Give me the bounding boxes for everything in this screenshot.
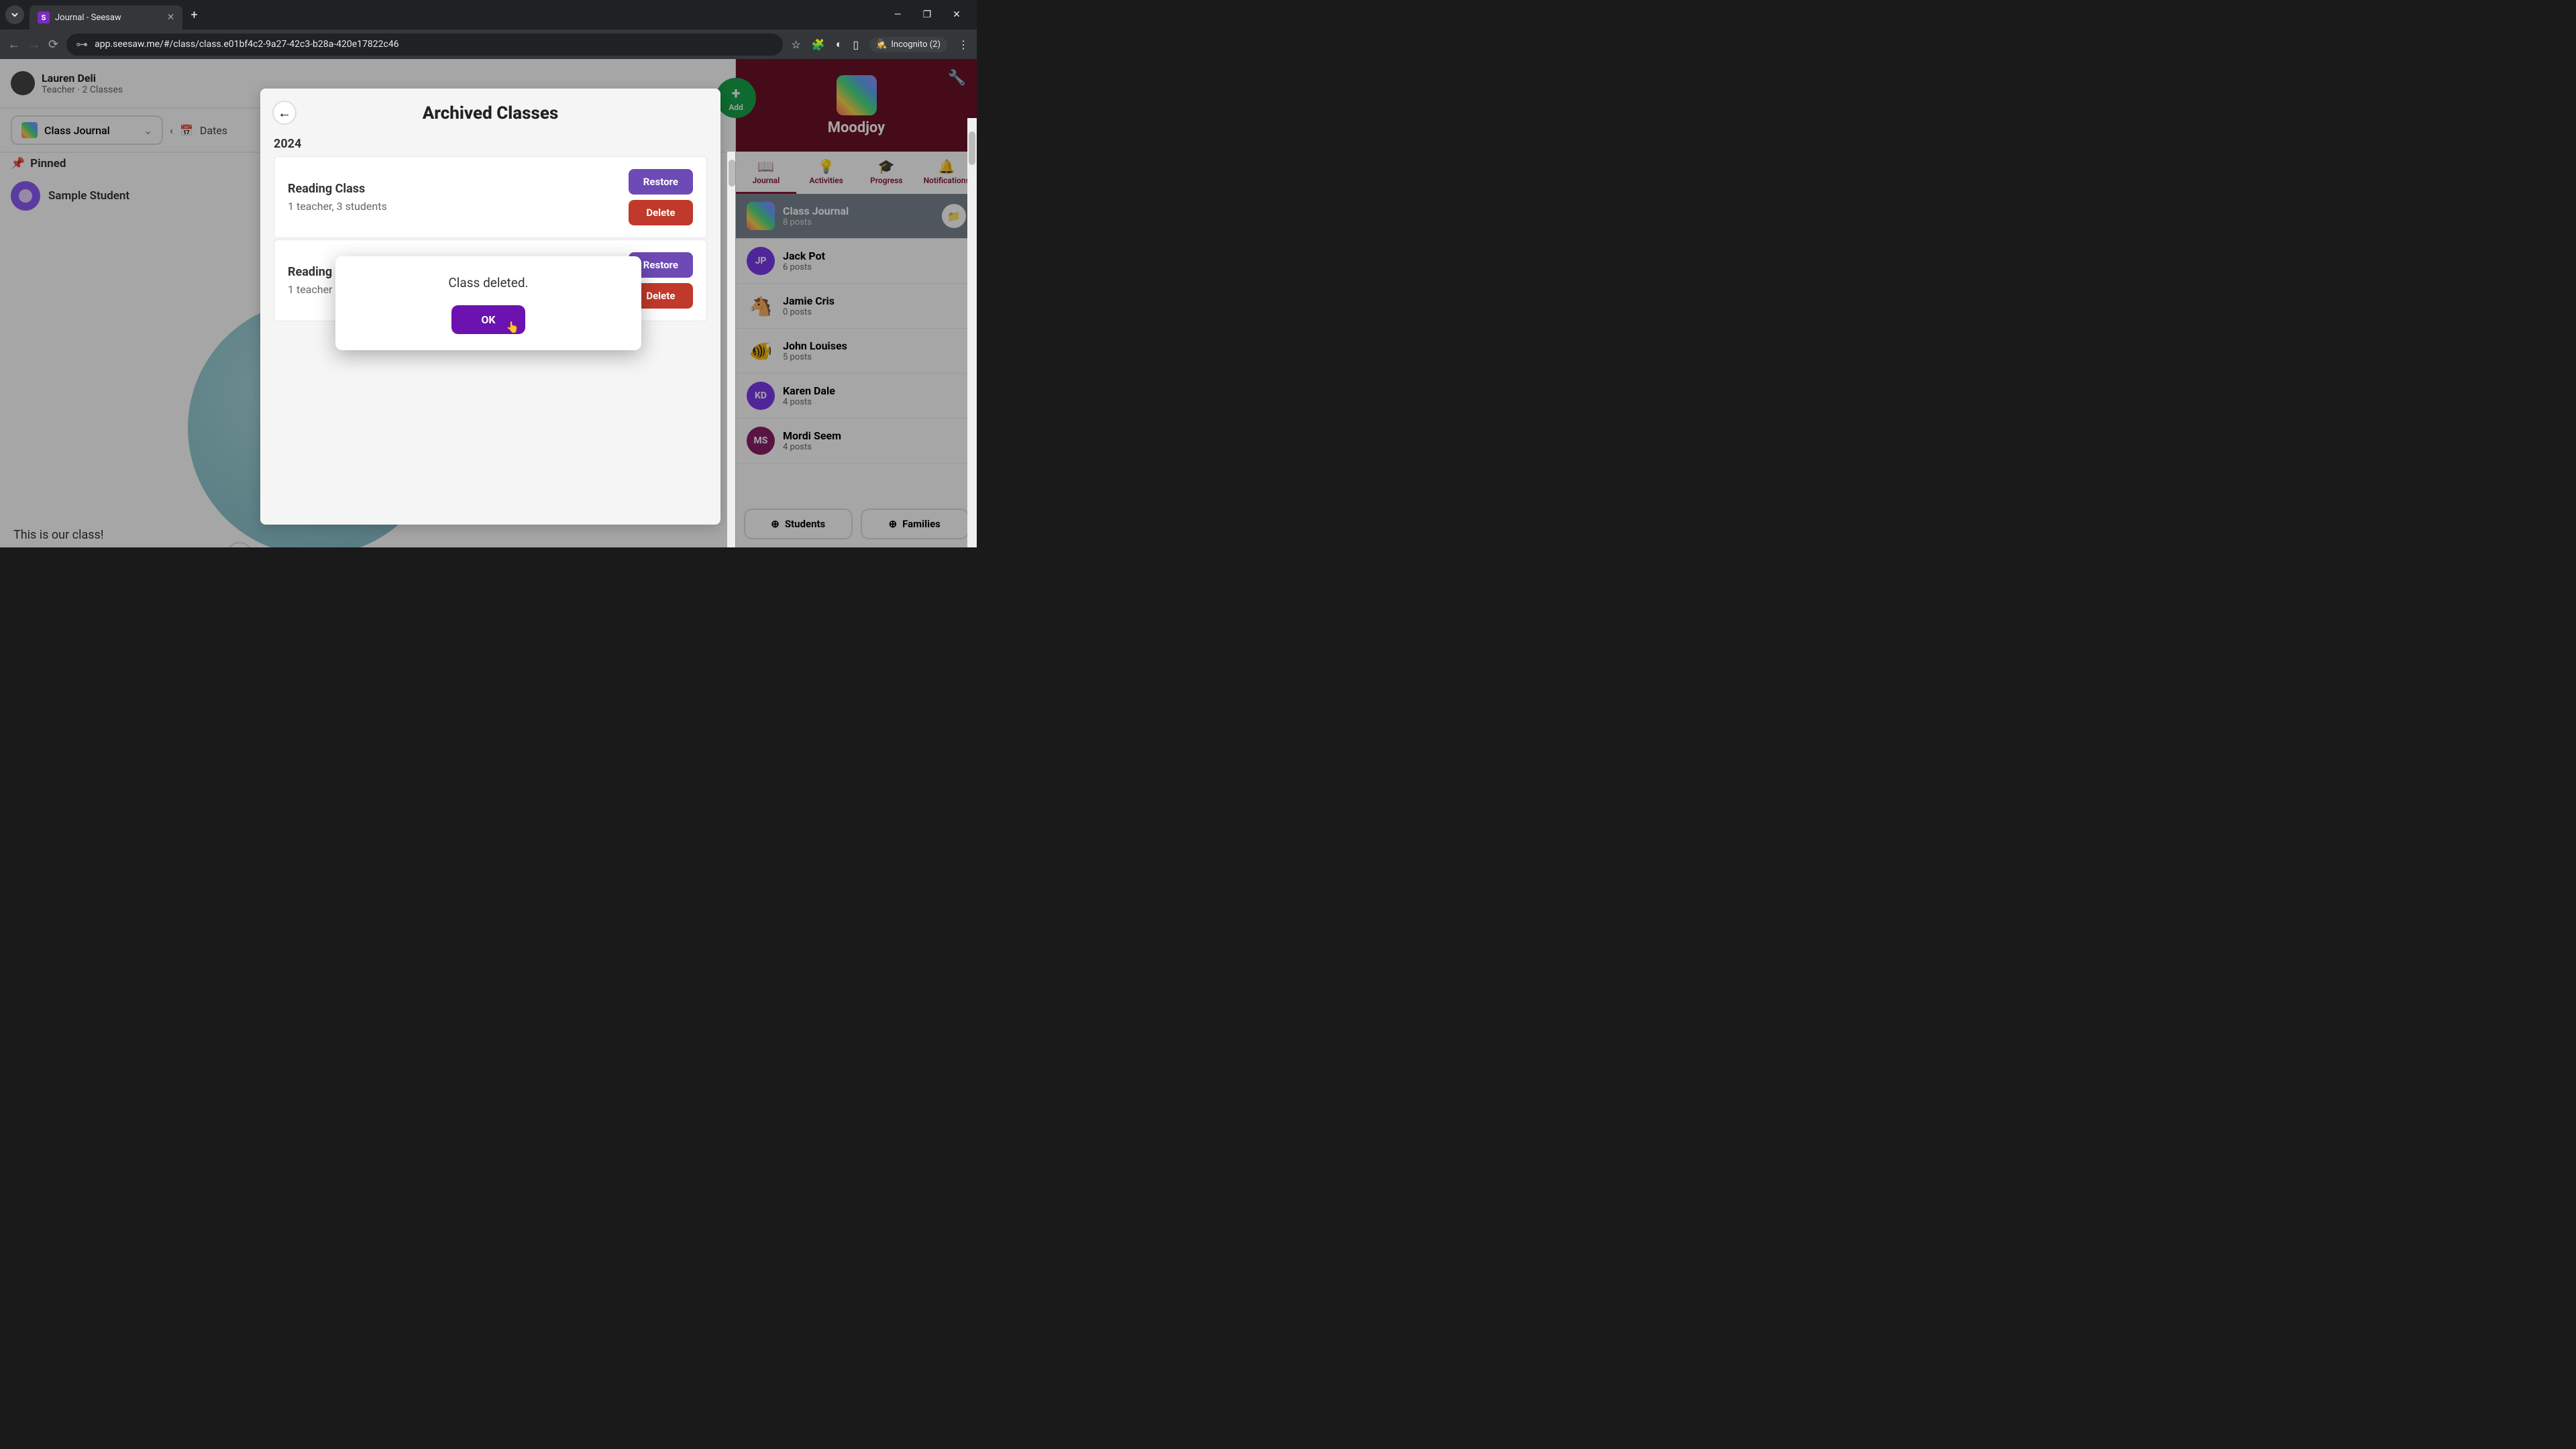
archived-class-name: Reading [288,265,332,279]
maximize-button[interactable]: ❐ [920,9,934,20]
site-info-icon[interactable]: ⊶ [76,38,88,52]
new-tab-button[interactable]: + [191,8,197,22]
confirm-message: Class deleted. [362,275,614,290]
delete-button[interactable]: Delete [629,200,693,225]
archived-class-name: Reading Class [288,182,387,196]
archived-class-card: Reading Class 1 teacher, 3 students Rest… [274,156,707,238]
archived-title: Archived Classes [274,103,707,123]
extensions-button[interactable]: 🧩 [812,38,825,51]
menu-button[interactable]: ⋮ [958,38,969,51]
archived-back-button[interactable]: ← [272,101,297,125]
url-text: app.seesaw.me/#/class/class.e01bf4c2-9a2… [95,39,398,50]
archived-class-meta: 1 teacher [288,283,332,296]
incognito-badge[interactable]: 🕵️ Incognito (2) [869,37,947,52]
confirm-dialog: Class deleted. OK [335,256,641,350]
app-root: Lauren Deli Teacher · 2 Classes 💬 Messag… [0,59,977,547]
tab-title: Journal - Seesaw [55,13,121,23]
back-button[interactable]: ← [8,38,20,52]
close-window-button[interactable]: ✕ [950,9,963,20]
address-bar[interactable]: ⊶ app.seesaw.me/#/class/class.e01bf4c2-9… [66,34,783,56]
cast-button[interactable]: ◐ [836,38,843,51]
bookmark-button[interactable]: ☆ [791,38,800,51]
browser-chrome: S Journal - Seesaw ✕ + — ❐ ✕ ← → ⟳ ⊶ app… [0,0,977,59]
browser-tab[interactable]: S Journal - Seesaw ✕ [30,5,182,30]
window-controls: — ❐ ✕ [891,9,971,20]
chevron-down-icon [11,11,19,19]
inner-scrollbar[interactable] [727,152,735,547]
tab-bar: S Journal - Seesaw ✕ + — ❐ ✕ [0,0,977,30]
sidepanel-button[interactable]: ▯ [853,38,859,51]
scrollbar-thumb[interactable] [969,131,975,165]
tab-favicon: S [38,11,50,23]
forward-button[interactable]: → [28,38,40,52]
reload-button[interactable]: ⟳ [48,38,58,52]
restore-button[interactable]: Restore [629,169,693,195]
scrollbar-thumb[interactable] [729,160,735,186]
tab-search-button[interactable] [5,5,24,24]
archived-year: 2024 [274,137,707,151]
confirm-ok-button[interactable]: OK [451,305,525,334]
minimize-button[interactable]: — [891,9,904,20]
incognito-label: Incognito (2) [891,40,941,50]
main-scrollbar[interactable] [967,118,977,547]
tab-close-button[interactable]: ✕ [167,12,175,23]
url-bar: ← → ⟳ ⊶ app.seesaw.me/#/class/class.e01b… [0,30,977,59]
archived-class-meta: 1 teacher, 3 students [288,200,387,213]
incognito-icon: 🕵️ [876,40,887,50]
toolbar-actions: ☆ 🧩 ◐ ▯ 🕵️ Incognito (2) ⋮ [791,37,969,52]
